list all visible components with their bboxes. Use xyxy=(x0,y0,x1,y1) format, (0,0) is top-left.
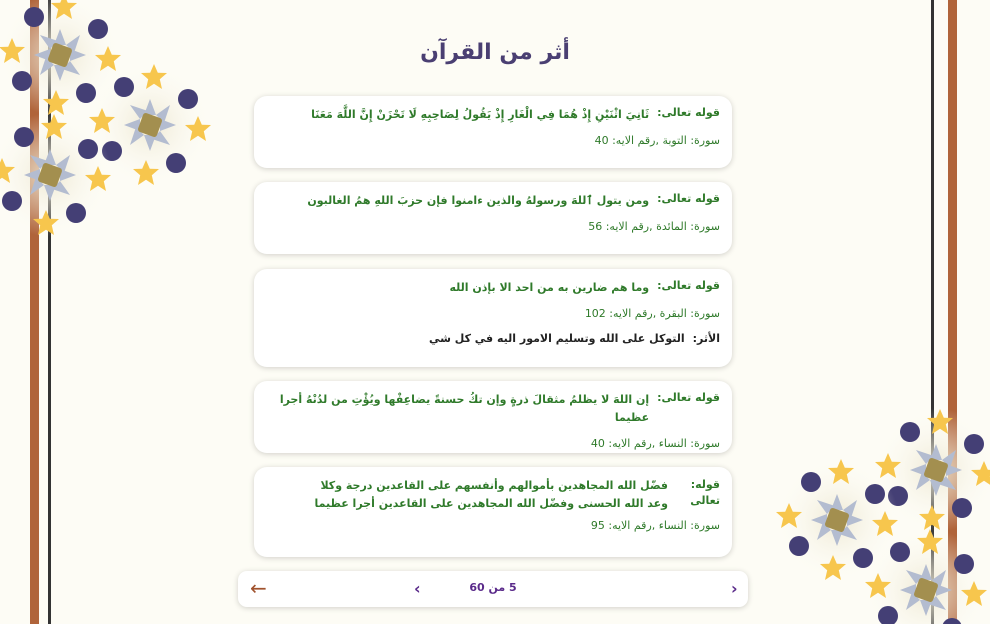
verse-label: قوله تعالى: xyxy=(657,192,720,205)
verse-card[interactable]: قوله تعالى: إن اللهَ لا يظلمُ مثقالَ ذرة… xyxy=(254,381,732,453)
verse-row: قوله تعالى: ثَانِيَ اثْنَيْنِ إِذْ هُمَا… xyxy=(266,106,720,124)
effect-text: التوكل على الله وتسليم الامور اليه في كل… xyxy=(428,332,685,345)
verse-card[interactable]: قوله تعالى: ومن يتول ٱللهَ ورسولهُ والذي… xyxy=(254,182,732,254)
verse-reference: سورة: النساء ,رقم الايه: 40 xyxy=(590,437,720,450)
verse-card[interactable]: قوله تعالى: وما هم ضارين به من احد الا ب… xyxy=(254,269,732,367)
verse-text: ومن يتول ٱللهَ ورسولهُ والذين ءامنوا فإن… xyxy=(307,194,650,207)
verse-row: قوله: تعالى فضّل الله المجاهدين بأموالهم… xyxy=(266,477,721,513)
chevron-right-icon[interactable]: › xyxy=(731,579,738,598)
verse-row: قوله تعالى: ومن يتول ٱللهَ ورسولهُ والذي… xyxy=(266,192,720,210)
effect-row: الأثر: التوكل على الله وتسليم الامور الي… xyxy=(266,332,720,345)
verse-text: إن اللهَ لا يظلمُ مثقالَ ذرةٍ وإن تكُ حس… xyxy=(279,393,650,424)
page-title: أثر من القرآن xyxy=(420,40,570,65)
verse-text: وما هم ضارين به من احد الا بإذن الله xyxy=(449,281,650,294)
verse-label: قوله تعالى: xyxy=(657,106,720,119)
page-counter: 5 من 60 xyxy=(469,581,517,594)
effect-label: الأثر: xyxy=(692,332,720,345)
verse-label: قوله تعالى: xyxy=(657,391,720,404)
verse-reference: سورة: التوبة ,رقم الايه: 40 xyxy=(594,134,720,147)
verse-row: قوله تعالى: وما هم ضارين به من احد الا ب… xyxy=(266,279,720,297)
verse-label: قوله: تعالى xyxy=(690,478,720,507)
verse-text: فضّل الله المجاهدين بأموالهم وأنفسهم على… xyxy=(314,479,669,510)
verse-label: قوله تعالى: xyxy=(657,279,720,292)
verse-card[interactable]: قوله: تعالى فضّل الله المجاهدين بأموالهم… xyxy=(254,467,732,557)
verse-text: ثَانِيَ اثْنَيْنِ إِذْ هُمَا فِي الْغَار… xyxy=(311,108,650,121)
verse-reference: سورة: البقرة ,رقم الايه: 102 xyxy=(584,307,720,320)
verse-card[interactable]: قوله تعالى: ثَانِيَ اثْنَيْنِ إِذْ هُمَا… xyxy=(254,96,732,168)
verse-row: قوله تعالى: إن اللهَ لا يظلمُ مثقالَ ذرة… xyxy=(266,391,720,427)
verse-reference: سورة: النساء ,رقم الايه: 95 xyxy=(590,519,720,532)
pagination-bar: ← ‹ 5 من 60 › xyxy=(238,571,748,607)
verse-reference: سورة: المائدة ,رقم الايه: 56 xyxy=(588,220,720,233)
